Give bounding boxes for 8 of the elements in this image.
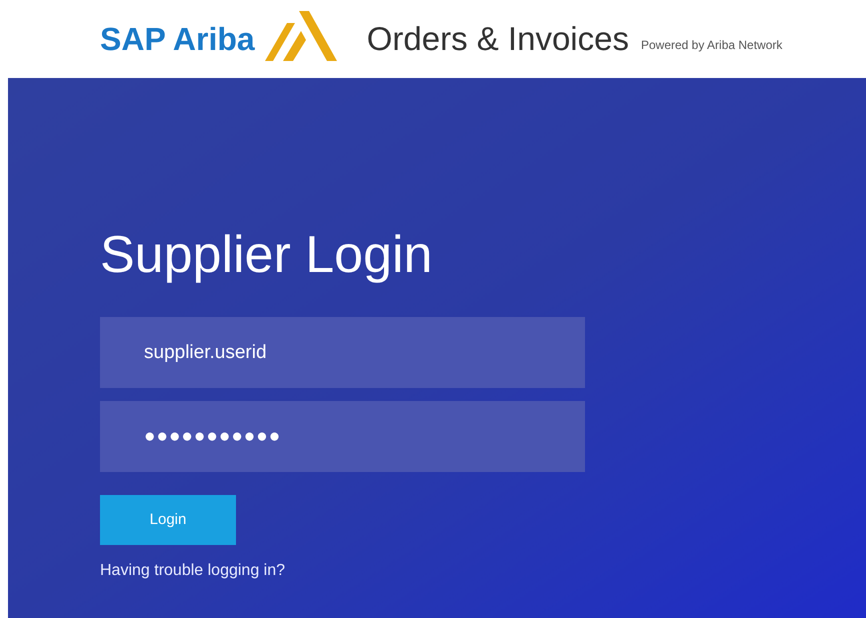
login-title: Supplier Login	[100, 225, 432, 286]
product-title: Orders & Invoices	[366, 19, 629, 60]
brand-logo-text: SAP Ariba	[100, 20, 255, 59]
username-field[interactable]: supplier.userid	[100, 317, 585, 388]
powered-by-text: Powered by Ariba Network	[640, 37, 782, 54]
trouble-logging-in-link[interactable]: Having trouble logging in?	[100, 559, 286, 583]
chevron-logo-icon	[264, 11, 337, 61]
password-field[interactable]: ●●●●●●●●●●●	[100, 401, 585, 472]
